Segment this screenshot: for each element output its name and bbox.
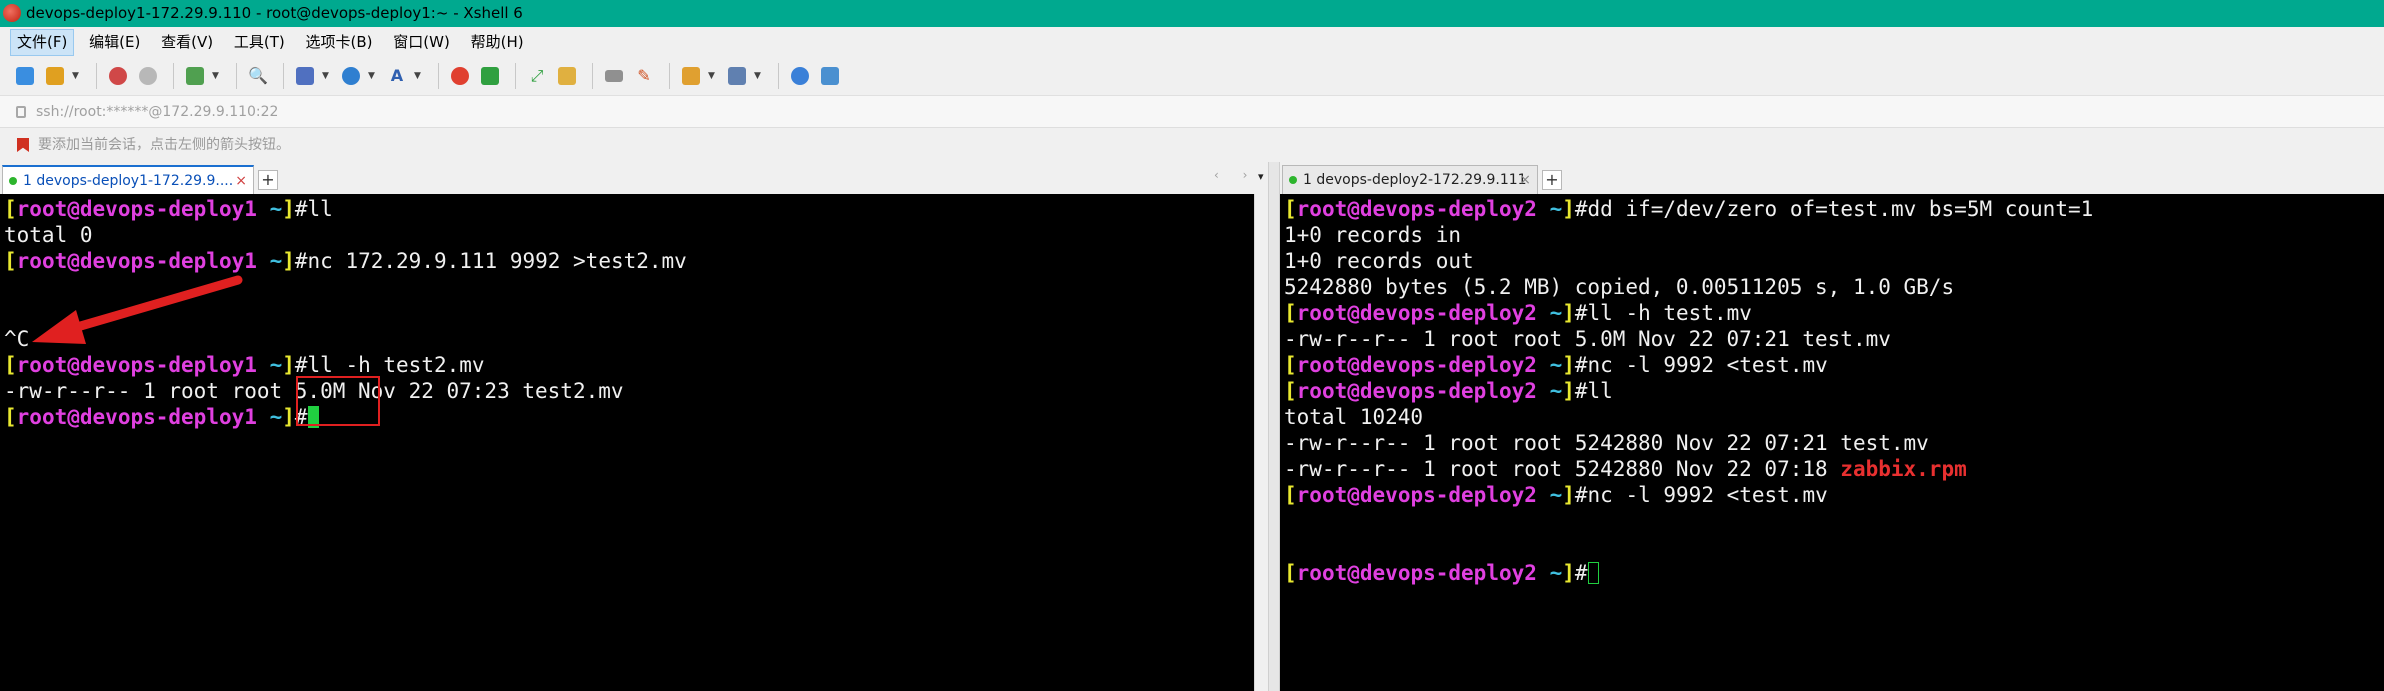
layout-icon[interactable] xyxy=(292,63,318,89)
add-tab-button[interactable]: + xyxy=(1542,170,1562,190)
terminal-left[interactable]: [root@devops-deploy1 ~]#ll total 0 [root… xyxy=(0,194,1254,691)
tab-devops-deploy1[interactable]: 1 devops-deploy1-172.29.9.... × xyxy=(2,165,254,194)
globe-icon[interactable] xyxy=(338,63,364,89)
terminal-line: [root@devops-deploy1 ~]#ll -h test2.mv xyxy=(4,353,485,377)
new-session-icon[interactable] xyxy=(12,63,38,89)
connect-icon[interactable] xyxy=(105,63,131,89)
menu-tabs[interactable]: 选项卡(B) xyxy=(300,28,379,57)
pane-splitter[interactable] xyxy=(1268,162,1280,691)
terminal-line: 5242880 bytes (5.2 MB) copied, 0.0051120… xyxy=(1284,275,1955,299)
bookmark-icon[interactable] xyxy=(17,138,29,152)
open-folder-icon[interactable] xyxy=(42,63,68,89)
terminal-line: 1+0 records in xyxy=(1284,223,1462,247)
terminal-line: [root@devops-deploy1 ~]# xyxy=(4,404,319,430)
highlight-icon[interactable]: ✎ xyxy=(631,63,657,89)
address-bar[interactable]: ssh://root:******@172.29.9.110:22 xyxy=(0,96,2384,128)
close-icon[interactable]: × xyxy=(235,167,247,195)
terminal-line: total 0 xyxy=(4,223,93,247)
xmanager-icon[interactable] xyxy=(477,63,503,89)
window-title: devops-deploy1-172.29.9.110 - root@devop… xyxy=(26,4,523,22)
connected-status-icon xyxy=(9,177,17,185)
menu-bar: 文件(F) 编辑(E) 查看(V) 工具(T) 选项卡(B) 窗口(W) 帮助(… xyxy=(0,27,2384,56)
tab-label: 1 devops-deploy2-172.29.9.111 xyxy=(1303,172,1527,188)
chat-icon[interactable] xyxy=(817,63,843,89)
new-window-icon[interactable] xyxy=(182,63,208,89)
terminal-line: ^C xyxy=(4,327,30,351)
menu-help[interactable]: 帮助(H) xyxy=(465,28,530,57)
help-icon[interactable] xyxy=(787,63,813,89)
terminal-right[interactable]: [root@devops-deploy2 ~]#dd if=/dev/zero … xyxy=(1280,194,2384,691)
toolbar: ▼ ▼ 🔍 ▼ ▼ A ▼ ⤢ ✎ ▼ ▼ xyxy=(0,56,2384,96)
tab-strip-left: 1 devops-deploy1-172.29.9.... × + ‹ › ▾ xyxy=(0,162,1268,194)
chevron-down-icon[interactable]: ▼ xyxy=(212,71,222,81)
chevron-down-icon[interactable]: ▼ xyxy=(754,71,764,81)
tab-list-menu[interactable]: ▾ xyxy=(1258,170,1264,183)
title-bar: devops-deploy1-172.29.9.110 - root@devop… xyxy=(0,0,2384,27)
terminal-line: [root@devops-deploy1 ~]#ll xyxy=(4,197,333,221)
font-icon[interactable]: A xyxy=(384,63,410,89)
terminal-line: 1+0 records out xyxy=(1284,249,1474,273)
fullscreen-icon[interactable]: ⤢ xyxy=(524,63,550,89)
chevron-down-icon[interactable]: ▼ xyxy=(368,71,378,81)
close-icon[interactable]: × xyxy=(1519,166,1531,194)
terminal-cursor xyxy=(1587,562,1599,584)
terminal-line: -rw-r--r-- 1 root root 5242880 Nov 22 07… xyxy=(1284,431,1929,455)
hint-text: 要添加当前会话，点击左侧的箭头按钮。 xyxy=(38,137,290,153)
terminal-line: [root@devops-deploy1 ~]#nc 172.29.9.111 … xyxy=(4,249,687,273)
terminal-line: -rw-r--r-- 1 root root 5.0M Nov 22 07:21… xyxy=(1284,327,1891,351)
tab-devops-deploy2[interactable]: 1 devops-deploy2-172.29.9.111 × xyxy=(1282,165,1538,194)
terminal-line: -rw-r--r-- 1 root root 5242880 Nov 22 07… xyxy=(1284,457,1967,481)
lock-icon xyxy=(16,106,26,118)
disconnect-icon[interactable] xyxy=(135,63,161,89)
terminal-line: total 10240 xyxy=(1284,405,1424,429)
terminal-line: [root@devops-deploy2 ~]# xyxy=(1284,560,1599,586)
menu-edit[interactable]: 编辑(E) xyxy=(83,28,146,57)
menu-view[interactable]: 查看(V) xyxy=(155,28,219,57)
terminal-line: [root@devops-deploy2 ~]#nc -l 9992 <test… xyxy=(1284,353,1828,377)
chevron-down-icon[interactable]: ▼ xyxy=(72,71,82,81)
tab-nav-arrows[interactable]: ‹ › xyxy=(1214,168,1257,182)
compose-icon[interactable] xyxy=(678,63,704,89)
lock-icon[interactable] xyxy=(554,63,580,89)
xshell-app-icon[interactable] xyxy=(3,4,21,22)
terminal-line: [root@devops-deploy2 ~]#ll -h test.mv xyxy=(1284,301,1752,325)
chevron-down-icon[interactable]: ▼ xyxy=(322,71,332,81)
chevron-down-icon[interactable]: ▼ xyxy=(414,71,424,81)
tab-strip-right: 1 devops-deploy2-172.29.9.111 × + xyxy=(1280,162,2384,194)
terminal-line: [root@devops-deploy2 ~]#dd if=/dev/zero … xyxy=(1284,197,2094,221)
annotation-highlight-box xyxy=(296,376,380,426)
connected-status-icon xyxy=(1289,176,1297,184)
annotation-arrow xyxy=(32,275,243,344)
chevron-down-icon[interactable]: ▼ xyxy=(708,71,718,81)
terminal-scrollbar[interactable] xyxy=(1254,194,1268,691)
tab-label: 1 devops-deploy1-172.29.9.... xyxy=(23,173,234,189)
terminal-line: [root@devops-deploy2 ~]#nc -l 9992 <test… xyxy=(1284,483,1828,507)
menu-window[interactable]: 窗口(W) xyxy=(387,28,456,57)
session-hint-bar: 要添加当前会话，点击左侧的箭头按钮。 xyxy=(0,128,2384,162)
xftp-icon[interactable] xyxy=(447,63,473,89)
keyboard-icon[interactable] xyxy=(601,63,627,89)
menu-file[interactable]: 文件(F) xyxy=(10,29,75,56)
search-icon[interactable]: 🔍 xyxy=(245,63,271,89)
add-tab-button[interactable]: + xyxy=(258,170,278,190)
address-text: ssh://root:******@172.29.9.110:22 xyxy=(36,104,279,120)
menu-tools[interactable]: 工具(T) xyxy=(228,28,291,57)
tile-icon[interactable] xyxy=(724,63,750,89)
terminal-line: [root@devops-deploy2 ~]#ll xyxy=(1284,379,1613,403)
